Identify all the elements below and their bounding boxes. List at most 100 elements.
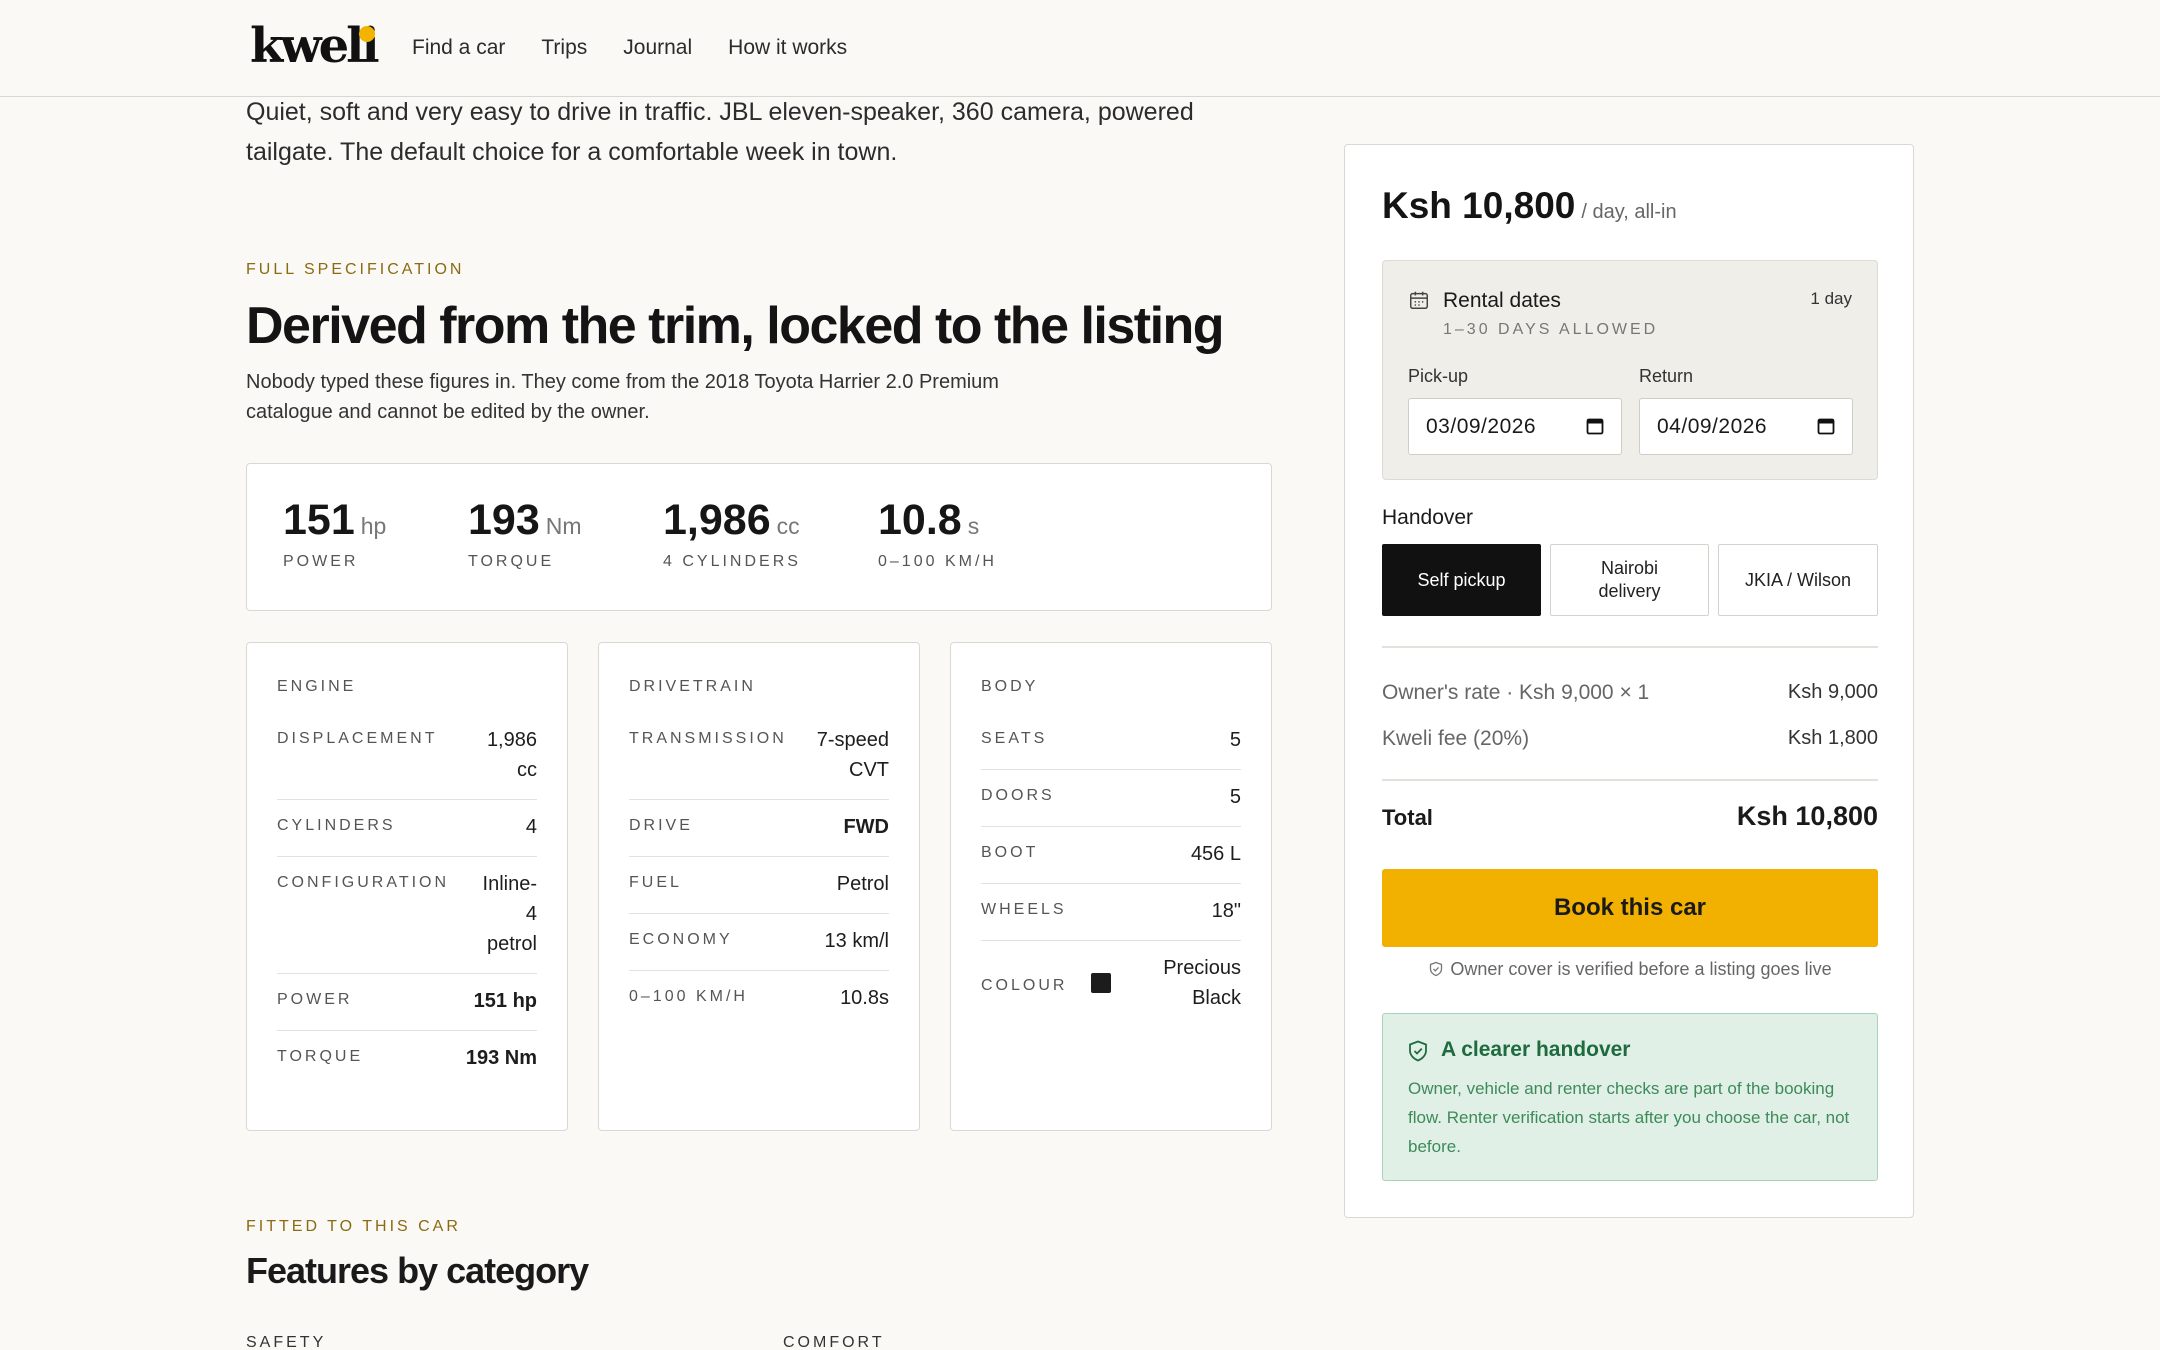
total-line: Total Ksh 10,800 — [1382, 801, 1878, 832]
spec-key: DRIVE — [629, 817, 693, 834]
stat-unit: s — [967, 513, 980, 539]
colour-swatch — [1091, 973, 1112, 993]
shield-check-icon — [1430, 961, 1443, 977]
price-amount: Ksh 10,800 — [1382, 185, 1576, 226]
spec-value: 7-speed CVT — [816, 729, 889, 781]
spec-value: Precious Black — [1163, 957, 1241, 1009]
category-safety: SAFETY — [246, 1334, 327, 1350]
spec-row: COLOUR Precious Black — [981, 941, 1241, 1027]
handover-notice: A clearer handover Owner, vehicle and re… — [1382, 1013, 1878, 1181]
spec-value: Petrol — [836, 873, 889, 895]
body-card: BODY SEATS 5 DOORS 5 BOOT 456 L WHEELS 18" C… — [950, 642, 1272, 1131]
spec-row: SEATS 5 — [981, 713, 1241, 770]
stat-unit: cc — [776, 513, 800, 539]
spec-row: TORQUE 193 Nm — [277, 1031, 537, 1087]
spec-row: CONFIGURATION Inline- 4 petrol — [277, 857, 537, 974]
pickup-label: Pick-up — [1408, 366, 1469, 386]
owner-rate-line: Owner's rate · Ksh 9,000 × 1 Ksh 9,000 — [1382, 681, 1878, 705]
booking-panel: Ksh 10,800/ day, all-in Rental dates 1 d… — [1344, 144, 1914, 1218]
notice-body: Owner, vehicle and renter checks are par… — [1408, 1079, 1850, 1156]
spec-key: BOOT — [981, 844, 1039, 861]
nav-find-a-car[interactable]: Find a car — [412, 36, 505, 60]
spec-row: DRIVE FWD — [629, 800, 889, 857]
total-value: Ksh 10,800 — [1736, 801, 1878, 831]
return-label: Return — [1639, 366, 1694, 386]
nav-journal[interactable]: Journal — [623, 36, 692, 60]
stat-value: 10.8 — [878, 496, 962, 544]
spec-row: BOOT 456 L — [981, 827, 1241, 884]
main-nav: Find a car Trips Journal How it works — [412, 36, 847, 60]
date-picker-icon[interactable] — [1817, 417, 1835, 435]
features-eyebrow: FITTED TO THIS CAR — [246, 1218, 461, 1235]
stat-power: 151 hp POWER — [283, 496, 386, 571]
spec-key: TORQUE — [277, 1048, 364, 1065]
stat-unit: hp — [360, 513, 387, 539]
stat-label: TORQUE — [468, 553, 555, 570]
engine-card: ENGINE DISPLACEMENT 1,986 cc CYLINDERS 4 C… — [246, 642, 568, 1131]
stat-label: 4 CYLINDERS — [663, 553, 801, 570]
fee-value: Ksh 1,800 — [1787, 727, 1878, 749]
rental-dates-title: Rental dates — [1443, 289, 1561, 312]
book-this-car-button[interactable]: Book this car — [1382, 869, 1878, 947]
spec-key: CYLINDERS — [277, 817, 396, 834]
stat-label: 0–100 KM/H — [878, 553, 997, 570]
handover-option-label: Nairobi delivery — [1598, 558, 1661, 601]
price: Ksh 10,800/ day, all-in — [1382, 185, 1677, 227]
features-title: Features by category — [246, 1250, 589, 1291]
shield-check-icon — [1409, 1040, 1427, 1062]
handover-nairobi-delivery[interactable]: Nairobi delivery — [1550, 544, 1709, 616]
spec-row: 0–100 KM/H 10.8s — [629, 971, 889, 1027]
nav-how-it-works[interactable]: How it works — [728, 36, 847, 60]
spec-value: 4 — [525, 816, 537, 838]
spec-value: FWD — [843, 816, 889, 838]
spec-row: CYLINDERS 4 — [277, 800, 537, 857]
stat-displacement: 1,986 cc 4 CYLINDERS — [663, 496, 801, 571]
logo-dot — [359, 26, 375, 42]
spec-row: FUEL Petrol — [629, 857, 889, 914]
rental-dates-note: 1–30 DAYS ALLOWED — [1443, 321, 1659, 338]
stat-unit: Nm — [545, 513, 582, 539]
card-title: ENGINE — [277, 678, 357, 695]
drivetrain-card: DRIVETRAIN TRANSMISSION 7-speed CVT DRIVE… — [598, 642, 920, 1131]
spec-value: 10.8s — [840, 987, 889, 1009]
stat-torque: 193 Nm TORQUE — [468, 496, 582, 571]
card-title: BODY — [981, 678, 1039, 695]
spec-key: TRANSMISSION — [629, 730, 787, 747]
calendar-icon — [1410, 291, 1428, 309]
spec-row: DOORS 5 — [981, 770, 1241, 827]
spec-key: FUEL — [629, 874, 682, 891]
stat-value: 193 — [468, 496, 540, 544]
spec-key: DOORS — [981, 787, 1055, 804]
notice-title: A clearer handover — [1441, 1038, 1631, 1061]
date-picker-icon[interactable] — [1586, 417, 1604, 435]
spec-key: SEATS — [981, 730, 1048, 747]
stat-label: POWER — [283, 553, 359, 570]
spec-eyebrow: FULL SPECIFICATION — [246, 261, 465, 278]
handover-jkia-wilson[interactable]: JKIA / Wilson — [1718, 544, 1878, 616]
spec-value: 193 Nm — [465, 1047, 537, 1069]
spec-key: COLOUR — [981, 976, 1068, 994]
spec-value: 5 — [1229, 729, 1241, 751]
handover-self-pickup[interactable]: Self pickup — [1382, 544, 1541, 616]
spec-key: 0–100 KM/H — [629, 988, 748, 1005]
rental-days-count: 1 day — [1810, 289, 1852, 308]
divider — [1382, 646, 1878, 648]
nav-trips[interactable]: Trips — [541, 36, 587, 60]
spec-row: TRANSMISSION 7-speed CVT — [629, 713, 889, 800]
spec-value: 1,986 cc — [486, 729, 537, 781]
spec-key: WHEELS — [981, 901, 1067, 918]
spec-row: ECONOMY 13 km/l — [629, 914, 889, 971]
spec-title: Derived from the trim, locked to the lis… — [246, 297, 1225, 355]
category-comfort: COMFORT — [783, 1334, 885, 1350]
return-date-input[interactable]: 04/09/2026 — [1639, 398, 1853, 455]
kweli-logo[interactable]: kweli — [250, 22, 380, 70]
car-description: Quiet, soft and very easy to drive in tr… — [246, 98, 1194, 166]
pickup-date-input[interactable]: 03/09/2026 — [1408, 398, 1622, 455]
top-nav-bar: kweli Find a car Trips Journal How it wo… — [0, 0, 2160, 97]
stat-value: 151 — [283, 496, 355, 544]
owner-cover-text: Owner cover is verified before a listing… — [1450, 959, 1832, 979]
spec-value: Inline- 4 petrol — [482, 873, 537, 955]
spec-key: CONFIGURATION — [277, 874, 450, 891]
spec-key: ECONOMY — [629, 931, 733, 948]
card-title: DRIVETRAIN — [629, 678, 756, 695]
